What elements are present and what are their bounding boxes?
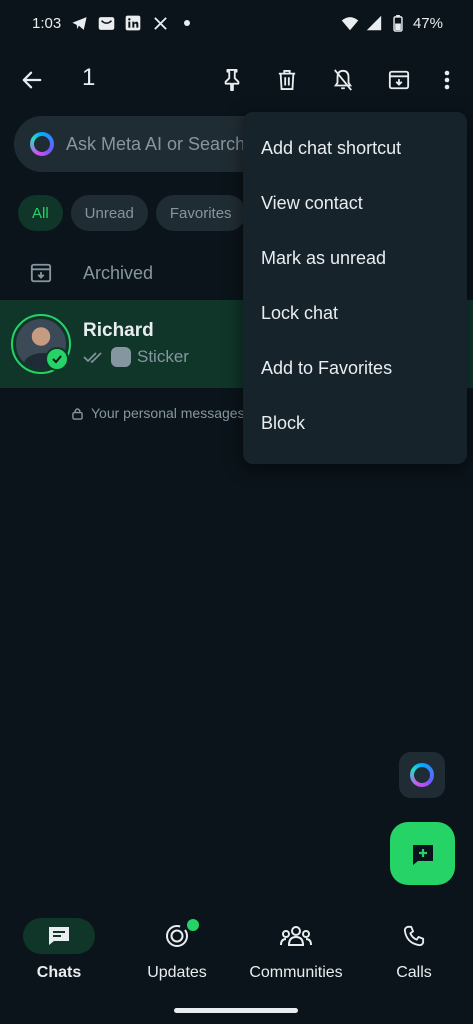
home-indicator[interactable] (174, 1008, 298, 1013)
battery-percent: 47% (412, 14, 443, 32)
menu-item-add-chat-shortcut[interactable]: Add chat shortcut (243, 121, 467, 176)
telegram-icon (70, 14, 88, 32)
overflow-menu: Add chat shortcut View contact Mark as u… (243, 112, 467, 464)
calls-icon (378, 918, 450, 954)
filter-chip-unread[interactable]: Unread (70, 195, 148, 231)
delete-icon[interactable] (267, 60, 307, 100)
updates-icon (141, 918, 213, 954)
menu-item-view-contact[interactable]: View contact (243, 176, 467, 231)
signal-icon (365, 14, 383, 32)
nav-calls[interactable]: Calls (355, 918, 473, 982)
bottom-navigation: Chats Updates Communities Calls (0, 906, 473, 1006)
new-chat-button[interactable] (390, 822, 455, 885)
updates-badge (187, 919, 199, 931)
read-receipt-icon (83, 350, 105, 364)
nav-chats[interactable]: Chats (0, 918, 118, 982)
linkedin-icon (124, 14, 142, 32)
nav-communities[interactable]: Communities (237, 918, 355, 982)
meta-ai-icon (410, 763, 434, 787)
menu-item-add-to-favorites[interactable]: Add to Favorites (243, 341, 467, 396)
lock-icon (72, 407, 83, 420)
filter-chip-favorites[interactable]: Favorites (155, 195, 246, 231)
search-placeholder: Ask Meta AI or Search (66, 133, 246, 154)
selected-count: 1 (82, 64, 96, 91)
back-icon[interactable] (12, 60, 52, 100)
chats-icon (23, 918, 95, 954)
menu-item-mark-as-unread[interactable]: Mark as unread (243, 231, 467, 286)
pin-icon[interactable] (212, 60, 252, 100)
nav-updates[interactable]: Updates (118, 918, 236, 982)
wifi-icon (341, 14, 359, 32)
x-icon (151, 14, 169, 32)
mute-icon[interactable] (323, 60, 363, 100)
filter-chips: All Unread Favorites (18, 195, 246, 231)
nav-label-calls: Calls (396, 964, 432, 981)
chat-preview: Sticker (83, 347, 189, 367)
filter-chip-all[interactable]: All (18, 195, 63, 231)
mail-icon (97, 14, 115, 32)
nav-label-chats: Chats (36, 964, 82, 981)
dot-icon (178, 14, 196, 32)
battery-icon (389, 14, 407, 32)
sticker-icon (111, 347, 131, 367)
status-time: 1:03 (32, 14, 62, 32)
encryption-note[interactable]: Your personal messages (72, 405, 245, 421)
archived-label: Archived (83, 262, 154, 283)
menu-item-lock-chat[interactable]: Lock chat (243, 286, 467, 341)
archive-box-icon (30, 262, 52, 284)
meta-ai-button[interactable] (399, 752, 445, 798)
chat-name: Richard (83, 320, 154, 341)
new-chat-icon (412, 844, 433, 865)
status-bar: 1:03 47% (0, 0, 473, 46)
communities-icon (260, 918, 332, 954)
nav-label-communities: Communities (249, 964, 343, 981)
selection-action-bar: 1 (0, 52, 473, 108)
nav-label-updates: Updates (147, 964, 207, 981)
archive-icon[interactable] (379, 60, 419, 100)
menu-item-block[interactable]: Block (243, 396, 467, 451)
selected-check-icon (45, 347, 69, 371)
meta-ai-icon (30, 132, 54, 156)
encryption-note-text: Your personal messages (91, 405, 245, 421)
more-icon[interactable] (427, 60, 467, 100)
chat-preview-text: Sticker (137, 347, 189, 366)
